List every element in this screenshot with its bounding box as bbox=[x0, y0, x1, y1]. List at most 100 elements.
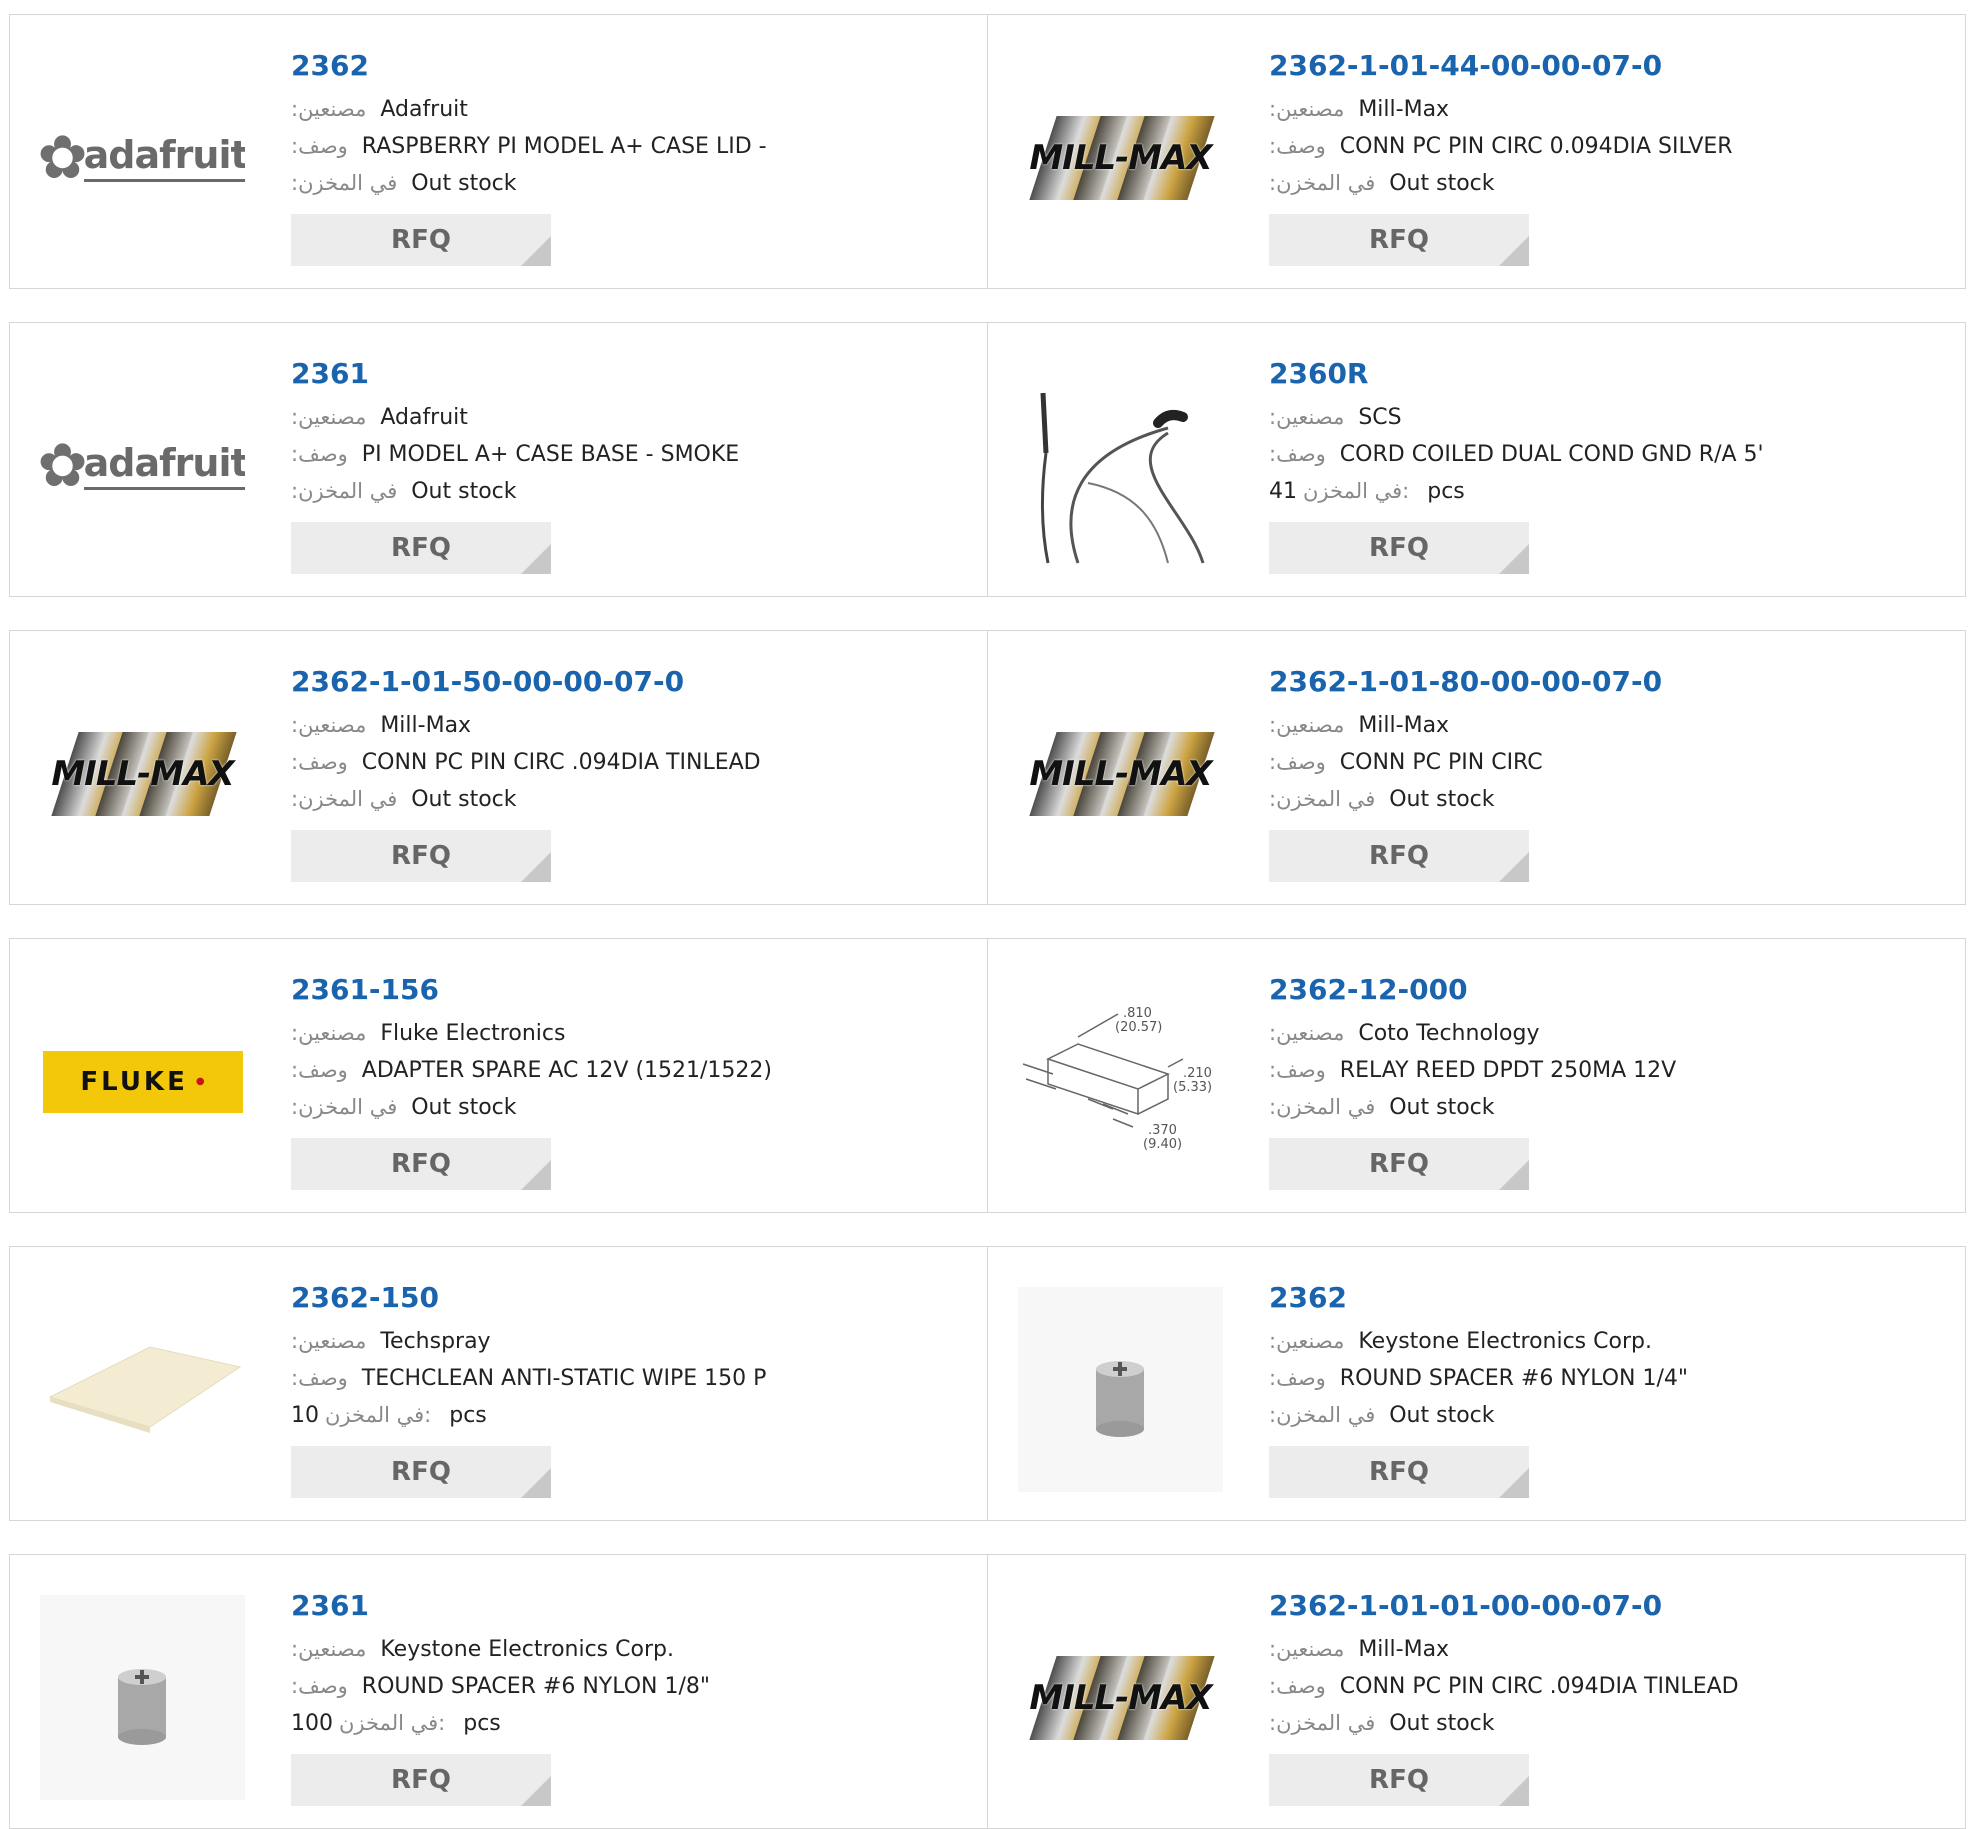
product-image[interactable]: ✿ adafruit bbox=[40, 55, 245, 260]
product-image[interactable]: MILL-MAX bbox=[1018, 1595, 1223, 1800]
part-number-link[interactable]: 2361 bbox=[291, 1585, 951, 1627]
product-card: .810 (20.57) .210 (5.33) .370 (9.40) 2362-12-0… bbox=[988, 939, 1965, 1212]
product-image[interactable]: .810 (20.57) .210 (5.33) .370 (9.40) bbox=[1018, 979, 1223, 1184]
product-image[interactable]: MILL-MAX bbox=[40, 671, 245, 876]
stock-label: :في المخزن bbox=[291, 1095, 398, 1119]
product-info: 2360R:مصنعين SCS:وصف CORD COILED DUAL COND… bbox=[1269, 353, 1929, 574]
manufacturer-value: Adafruit bbox=[380, 97, 468, 122]
stock-line: 41 في المخزن: pcs bbox=[1269, 473, 1929, 510]
manufacturer-line: :مصنعين SCS bbox=[1269, 399, 1929, 436]
product-image[interactable]: MILL-MAX bbox=[1018, 671, 1223, 876]
rfq-button[interactable]: RFQ bbox=[1269, 1446, 1529, 1498]
product-row: FLUKE ● 2361-156 :مصنعين Fluke Electronics :و… bbox=[9, 938, 1966, 1213]
rfq-button[interactable]: RFQ bbox=[1269, 1138, 1529, 1190]
description-line: :وصف ROUND SPACER #6 NYLON 1/8" bbox=[291, 1668, 951, 1705]
product-image[interactable] bbox=[1018, 1287, 1223, 1492]
description-label: :وصف bbox=[291, 442, 348, 466]
part-number-link[interactable]: 2362-150 bbox=[291, 1277, 951, 1319]
part-number-link[interactable]: 2362-1-01-80-00-00-07-0 bbox=[1269, 661, 1929, 703]
product-card: FLUKE ● 2361-156 :مصنعين Fluke Electronics :و… bbox=[10, 939, 988, 1212]
manufacturer-line: :مصنعين Techspray bbox=[291, 1323, 951, 1360]
stock-label: :في المخزن bbox=[291, 479, 398, 503]
manufacturer-label: :مصنعين bbox=[291, 97, 367, 121]
product-info: 2362-12-000:مصنعين Coto Technology:وصف REL… bbox=[1269, 969, 1929, 1190]
description-value: CONN PC PIN CIRC .094DIA TINLEAD bbox=[361, 750, 761, 775]
description-label: :وصف bbox=[1269, 134, 1326, 158]
part-number-link[interactable]: 2362 bbox=[1269, 1277, 1929, 1319]
manufacturer-label: :مصنعين bbox=[291, 1329, 367, 1353]
rfq-button[interactable]: RFQ bbox=[1269, 830, 1529, 882]
part-number-link[interactable]: 2362-1-01-01-00-00-07-0 bbox=[1269, 1585, 1929, 1627]
manufacturer-label: :مصنعين bbox=[291, 1021, 367, 1045]
description-line: :وصف RASPBERRY PI MODEL A+ CASE LID - bbox=[291, 128, 951, 165]
description-label: :وصف bbox=[1269, 1058, 1326, 1082]
manufacturer-value: Mill-Max bbox=[380, 713, 472, 738]
stock-label: في المخزن: bbox=[339, 1711, 446, 1735]
stock-label: :في المخزن bbox=[1269, 1403, 1376, 1427]
description-value: TECHCLEAN ANTI-STATIC WIPE 150 P bbox=[361, 1366, 767, 1391]
product-card: 2362:مصنعين Keystone Electronics Corp.:وص… bbox=[988, 1247, 1965, 1520]
description-line: :وصف TECHCLEAN ANTI-STATIC WIPE 150 P bbox=[291, 1360, 951, 1397]
description-value: CONN PC PIN CIRC 0.094DIA SILVER bbox=[1339, 134, 1733, 159]
stock-unit: pcs bbox=[1427, 479, 1465, 504]
manufacturer-value: Keystone Electronics Corp. bbox=[1358, 1329, 1652, 1354]
stock-value: Out stock bbox=[1389, 1095, 1495, 1120]
product-info: 2362-1-01-01-00-00-07-0:مصنعين Mill-Max:و… bbox=[1269, 1585, 1929, 1806]
product-card: 2361:مصنعين Keystone Electronics Corp.:وص… bbox=[10, 1555, 988, 1828]
product-card: 2360R:مصنعين SCS:وصف CORD COILED DUAL COND… bbox=[988, 323, 1965, 596]
part-number-link[interactable]: 2362-1-01-50-00-00-07-0 bbox=[291, 661, 951, 703]
product-card: MILL-MAX 2362-1-01-50-00-00-07-0:مصنعين Mi… bbox=[10, 631, 988, 904]
product-card: ✿ adafruit 2361:مصنعين Adafruit:وصف PI MODEL… bbox=[10, 323, 988, 596]
rfq-button[interactable]: RFQ bbox=[291, 1446, 551, 1498]
part-number-link[interactable]: 2362-12-000 bbox=[1269, 969, 1929, 1011]
stock-label: :في المخزن bbox=[1269, 1095, 1376, 1119]
part-number-link[interactable]: 2361 bbox=[291, 353, 951, 395]
stock-line: :في المخزن Out stock bbox=[1269, 781, 1929, 818]
rfq-button[interactable]: RFQ bbox=[291, 1138, 551, 1190]
description-label: :وصف bbox=[291, 1058, 348, 1082]
product-image[interactable]: MILL-MAX bbox=[1018, 55, 1223, 260]
part-number-link[interactable]: 2360R bbox=[1269, 353, 1929, 395]
rfq-button[interactable]: RFQ bbox=[1269, 214, 1529, 266]
rfq-button[interactable]: RFQ bbox=[291, 1754, 551, 1806]
description-value: CONN PC PIN CIRC .094DIA TINLEAD bbox=[1339, 1674, 1739, 1699]
manufacturer-value: Keystone Electronics Corp. bbox=[380, 1637, 674, 1662]
stock-line: :في المخزن Out stock bbox=[1269, 1089, 1929, 1126]
manufacturer-line: :مصنعين Mill-Max bbox=[1269, 91, 1929, 128]
rfq-button[interactable]: RFQ bbox=[291, 522, 551, 574]
product-info: 2362-1-01-80-00-00-07-0:مصنعين Mill-Max:و… bbox=[1269, 661, 1929, 882]
rfq-button[interactable]: RFQ bbox=[291, 214, 551, 266]
mill-max-logo: MILL-MAX bbox=[1021, 1648, 1221, 1748]
manufacturer-value: Adafruit bbox=[380, 405, 468, 430]
product-row: MILL-MAX 2362-1-01-50-00-00-07-0 :مصنعين Mi… bbox=[9, 630, 1966, 905]
stock-label: :في المخزن bbox=[1269, 171, 1376, 195]
manufacturer-line: :مصنعين Mill-Max bbox=[1269, 1631, 1929, 1668]
stock-label: في المخزن: bbox=[325, 1403, 432, 1427]
rfq-button[interactable]: RFQ bbox=[291, 830, 551, 882]
manufacturer-value: Fluke Electronics bbox=[380, 1021, 566, 1046]
svg-text:(20.57): (20.57) bbox=[1115, 1020, 1162, 1035]
product-info: 2362-1-01-44-00-00-07-0 :مصنعين Mill-Max :و… bbox=[1269, 45, 1929, 266]
stock-line: :في المخزن Out stock bbox=[291, 165, 951, 202]
rfq-button[interactable]: RFQ bbox=[1269, 1754, 1529, 1806]
description-value: CONN PC PIN CIRC bbox=[1339, 750, 1543, 775]
product-info: 2361:مصنعين Keystone Electronics Corp.:وص… bbox=[291, 1585, 951, 1806]
manufacturer-value: SCS bbox=[1358, 405, 1402, 430]
adafruit-logo: ✿ adafruit bbox=[40, 128, 245, 188]
part-number-link[interactable]: 2362 bbox=[291, 45, 951, 87]
stock-value: Out stock bbox=[1389, 1403, 1495, 1428]
description-value: PI MODEL A+ CASE BASE - SMOKE bbox=[361, 442, 740, 467]
product-image[interactable]: FLUKE ● bbox=[40, 979, 245, 1184]
part-number-link[interactable]: 2361-156 bbox=[291, 969, 951, 1011]
product-image[interactable] bbox=[40, 1287, 245, 1492]
description-label: :وصف bbox=[1269, 1366, 1326, 1390]
product-image[interactable] bbox=[1018, 363, 1223, 568]
rfq-button[interactable]: RFQ bbox=[1269, 522, 1529, 574]
manufacturer-line: :مصنعين Coto Technology bbox=[1269, 1015, 1929, 1052]
product-image[interactable] bbox=[40, 1595, 245, 1800]
manufacturer-label: :مصنعين bbox=[1269, 713, 1345, 737]
part-number-link[interactable]: 2362-1-01-44-00-00-07-0 bbox=[1269, 45, 1929, 87]
product-info: 2362-150 :مصنعين Techspray:وصف TECHCLEAN AN… bbox=[291, 1277, 951, 1498]
product-image[interactable]: ✿ adafruit bbox=[40, 363, 245, 568]
stock-quantity: 10 bbox=[291, 1403, 319, 1428]
